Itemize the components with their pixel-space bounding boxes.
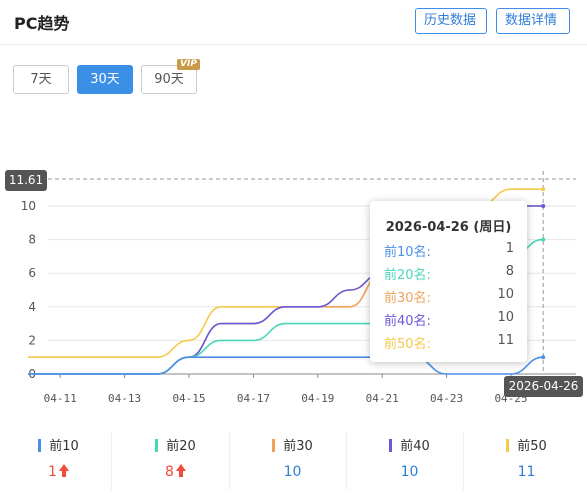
x-tick-label: 04-15: [172, 392, 205, 405]
legend-value: 10: [283, 464, 302, 480]
up-arrow-icon: [58, 464, 69, 478]
tooltip-value: 11: [497, 333, 514, 348]
header-bar: PC趋势 历史数据 数据详情: [0, 0, 587, 45]
tooltip-label: 前40名:: [384, 314, 431, 329]
data-detail-button[interactable]: 数据详情: [496, 8, 570, 34]
legend-divider: [229, 432, 230, 490]
legend-value: 1: [48, 464, 57, 480]
legend-color-bar: [389, 439, 393, 452]
tooltip-label: 前30名:: [384, 291, 431, 306]
tooltip-value: 10: [497, 287, 514, 302]
tooltip-row-top50: 前50名: 11: [384, 333, 514, 353]
legend-color-bar: [272, 439, 276, 452]
tooltip-row-top30: 前30名: 10: [384, 287, 514, 307]
legend-label: 前20: [166, 439, 196, 454]
range-7-days-button[interactable]: 7天: [13, 65, 69, 94]
tooltip-value: 8: [505, 264, 514, 279]
tooltip-row-top20: 前20名: 8: [384, 264, 514, 284]
legend-value: 8: [165, 464, 174, 480]
legend-label: 前40: [400, 439, 430, 454]
vip-badge: VIP: [177, 59, 200, 70]
legend-color-bar: [506, 439, 510, 452]
legend-label: 前10: [49, 439, 79, 454]
legend-value: 10: [400, 464, 419, 480]
tooltip-label: 前20名:: [384, 268, 431, 283]
range-30-days-button[interactable]: 30天: [77, 65, 133, 94]
x-tick-label: 04-21: [366, 392, 399, 405]
legend-divider: [346, 432, 347, 490]
y-tick-label: 10: [21, 199, 36, 213]
legend-color-bar: [38, 439, 42, 452]
y-axis-pointer-label: 11.61: [5, 170, 47, 191]
tooltip-row-top10: 前10名: 1: [384, 241, 514, 261]
tooltip-label: 前10名:: [384, 245, 431, 260]
y-tick-label: 6: [28, 266, 36, 280]
tooltip-value: 1: [505, 241, 514, 256]
up-arrow-icon: [175, 464, 186, 478]
legend-divider: [111, 432, 112, 490]
tooltip-row-top40: 前40名: 10: [384, 310, 514, 330]
y-tick-label: 4: [28, 300, 36, 314]
series-end-point: [541, 204, 546, 208]
tooltip-date: 2026-04-26 (周日): [385, 220, 512, 235]
series-end-point: [541, 187, 546, 192]
y-tick-label: 2: [28, 333, 36, 347]
legend-item-top30[interactable]: 前30 10: [234, 432, 351, 492]
page-title: PC趋势: [14, 14, 70, 33]
series-end-point: [541, 355, 546, 360]
history-data-button[interactable]: 历史数据: [415, 8, 487, 34]
tooltip-label: 前50名:: [384, 337, 431, 352]
legend-label: 前30: [283, 439, 313, 454]
x-tick-label: 04-17: [237, 392, 270, 405]
x-tick-label: 04-19: [301, 392, 334, 405]
chart-tooltip: 2026-04-26 (周日) 前10名: 1 前20名: 8 前30名: 10…: [370, 201, 527, 362]
series-end-point: [541, 237, 546, 242]
legend-item-top50[interactable]: 前50 11: [468, 432, 585, 492]
legend-divider: [463, 432, 464, 490]
x-axis-pointer-label: 2026-04-26: [504, 376, 583, 397]
tooltip-value: 10: [497, 310, 514, 325]
legend-item-top40[interactable]: 前40 10: [351, 432, 468, 492]
legend-item-top20[interactable]: 前20 8: [117, 432, 234, 492]
x-tick-label: 04-23: [430, 392, 463, 405]
y-tick-label: 8: [28, 233, 36, 247]
legend-value: 11: [517, 464, 536, 480]
legend-item-top10[interactable]: 前10 1: [0, 432, 117, 492]
x-tick-label: 04-13: [108, 392, 141, 405]
legend-color-bar: [155, 439, 159, 452]
legend-label: 前50: [517, 439, 547, 454]
x-tick-label: 04-11: [44, 392, 77, 405]
